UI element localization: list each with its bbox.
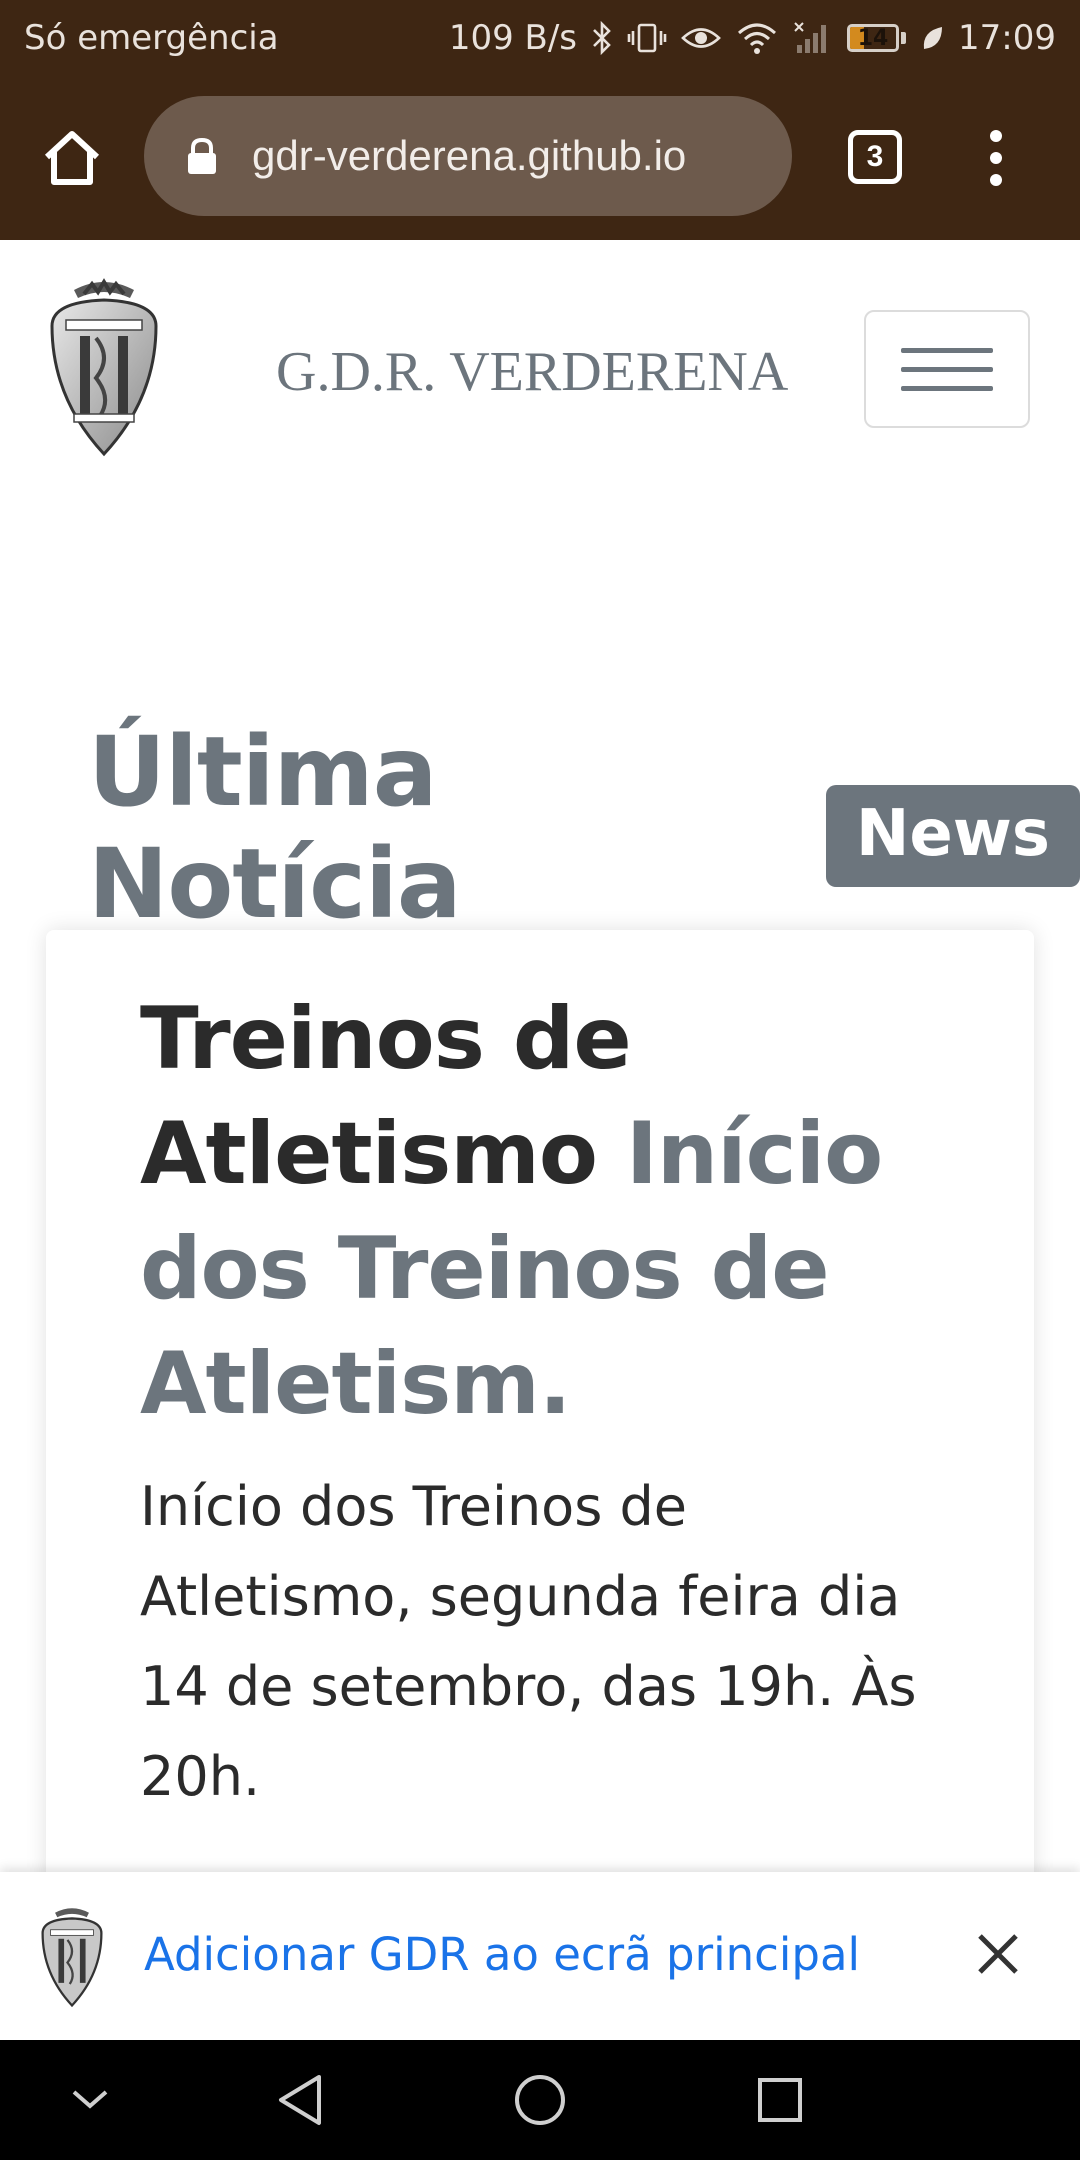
- recents-icon[interactable]: [750, 2040, 810, 2160]
- news-body: Início dos Treinos de Atletismo, segunda…: [140, 1475, 917, 1808]
- section-title: Última Notícia: [88, 716, 462, 940]
- home-circle-icon[interactable]: [510, 2040, 570, 2160]
- club-crest-icon: [30, 1906, 114, 2010]
- site-brand[interactable]: G.D.R. VERDERENA: [276, 340, 788, 404]
- home-icon: [44, 131, 100, 185]
- close-icon[interactable]: [968, 1924, 1028, 1984]
- address-bar[interactable]: gdr-verderena.github.io: [144, 96, 792, 216]
- eye-icon: [681, 23, 721, 53]
- system-nav-bar: [0, 2040, 1080, 2160]
- news-title: Treinos de Atletismo Início dos Treinos …: [140, 982, 960, 1442]
- signal-icon: [793, 21, 833, 55]
- back-icon[interactable]: [270, 2040, 330, 2160]
- lock-icon: [184, 136, 220, 176]
- url-text: gdr-verderena.github.io: [252, 132, 687, 179]
- clock: 17:09: [958, 18, 1056, 58]
- vibrate-icon: [627, 21, 667, 55]
- home-button[interactable]: [36, 122, 108, 194]
- battery-icon: 14: [847, 24, 907, 52]
- carrier-label: Só emergência: [24, 18, 279, 58]
- status-bar: Só emergência 109 B/s 14 17:09: [0, 0, 1080, 76]
- news-card: Treinos de Atletismo Início dos Treinos …: [46, 930, 1034, 2030]
- section-heading: Última Notícia News: [88, 716, 1080, 940]
- more-vert-icon[interactable]: [968, 122, 1024, 194]
- bluetooth-icon: [591, 21, 613, 55]
- wifi-icon: [735, 21, 779, 55]
- news-badge: News: [825, 785, 1080, 887]
- net-speed: 109 B/s: [448, 18, 578, 58]
- site-navbar: G.D.R. VERDERENA: [0, 240, 1080, 460]
- news-title-text: Treinos de Atletismo: [140, 989, 632, 1204]
- tabs-button[interactable]: 3: [848, 130, 902, 184]
- hamburger-menu-icon[interactable]: [864, 310, 1030, 428]
- club-crest-icon[interactable]: [44, 278, 164, 462]
- collapse-icon[interactable]: [60, 2040, 120, 2160]
- add-to-home-link[interactable]: Adicionar GDR ao ecrã principal: [144, 1928, 860, 1981]
- leaf-icon: [920, 23, 944, 53]
- status-icons: 109 B/s 14 17:09: [449, 18, 1056, 58]
- add-to-home-banner: Adicionar GDR ao ecrã principal: [0, 1872, 1080, 2040]
- browser-toolbar: gdr-verderena.github.io 3: [0, 76, 1080, 240]
